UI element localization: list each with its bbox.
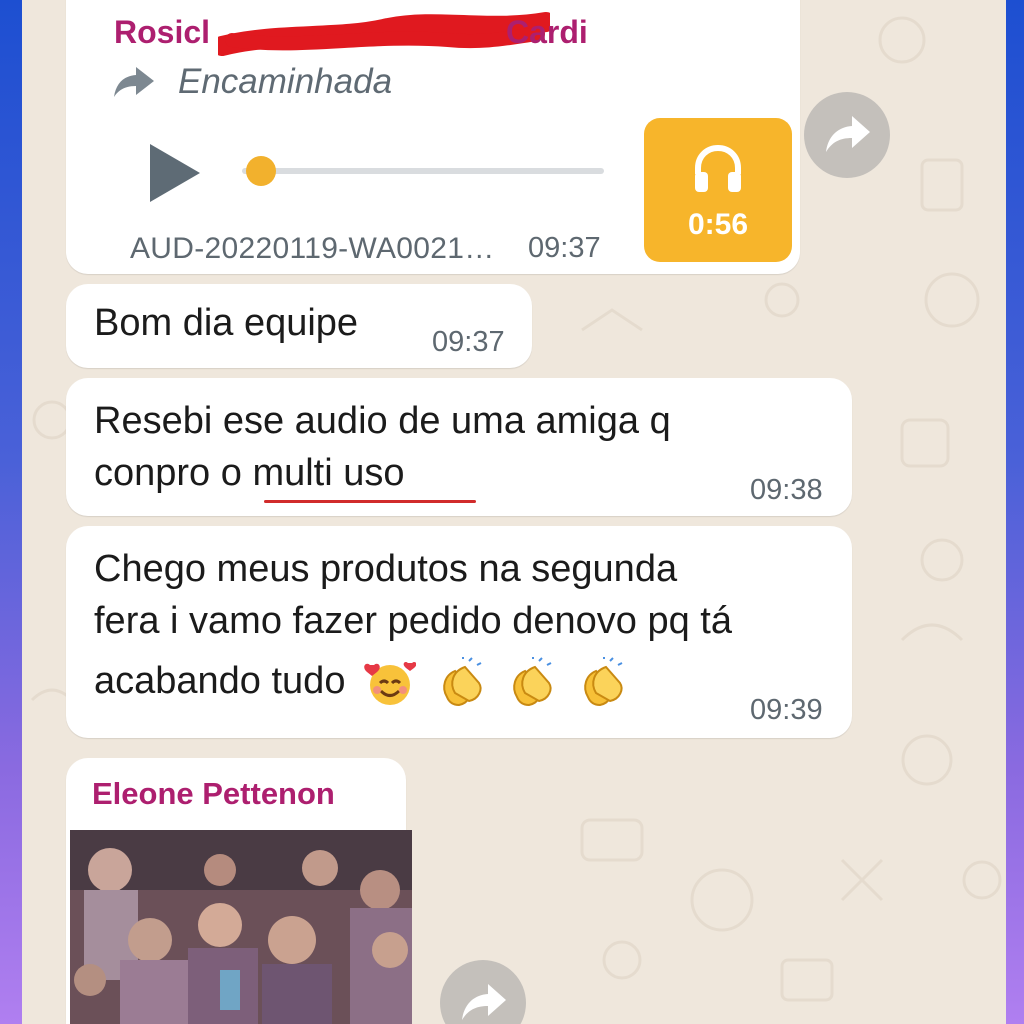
share-forward-icon [462, 984, 506, 1020]
share-forward-icon [826, 116, 870, 152]
message-bubble[interactable]: Bom dia equipe 09:37 [66, 284, 532, 368]
audio-file-name: AUD-20220119-WA0021… [130, 232, 495, 265]
crowd-photo [70, 830, 412, 1024]
sender-name-tail: Cardi [506, 14, 588, 50]
message-text-line-2: conpro o multi uso [94, 452, 405, 494]
smiling-face-with-hearts-icon [364, 661, 417, 705]
message-bubble[interactable]: Resebi ese audio de uma amiga q conpro o… [66, 378, 852, 516]
audio-progress-knob[interactable] [246, 156, 276, 186]
message-bubble[interactable]: Chego meus produtos na segunda fera i va… [66, 526, 852, 738]
message-time: 09:39 [750, 694, 823, 726]
message-time: 09:37 [432, 326, 505, 358]
play-icon[interactable] [146, 142, 202, 204]
chat-window[interactable]: Rosicl Cardi Encaminhada AUD-20220119-WA… [22, 0, 1006, 1024]
message-text-line-2: fera i vamo fazer pedido denovo pq tá [94, 600, 732, 642]
sender-name[interactable]: Rosicl [114, 14, 210, 51]
forwarded-label: Encaminhada [178, 62, 393, 101]
audio-duration: 0:56 [687, 208, 749, 241]
audio-thumbnail[interactable]: 0:56 [644, 118, 792, 262]
media-image[interactable] [70, 830, 412, 1024]
message-time: 09:38 [750, 474, 823, 506]
message-text-line-1: Chego meus produtos na segunda [94, 548, 678, 590]
clapping-hands-icon [442, 656, 482, 706]
headphones-icon [695, 144, 741, 192]
sender-name[interactable]: Eleone Pettenon [92, 776, 335, 812]
spellcheck-underline [264, 500, 476, 503]
clapping-hands-icon [513, 656, 552, 706]
message-text-line-3: acabando tudo [94, 654, 628, 709]
audio-message-bubble[interactable]: Rosicl Cardi Encaminhada AUD-20220119-WA… [66, 0, 800, 274]
redaction-scribble [218, 12, 550, 56]
audio-progress-track[interactable] [242, 168, 604, 174]
clapping-hands-icon [583, 656, 623, 706]
audio-time: 09:37 [528, 232, 601, 264]
message-text: Bom dia equipe [94, 302, 359, 344]
message-text-line-1: Resebi ese audio de uma amiga q [94, 400, 671, 442]
message-text-line-3-text: acabando tudo [94, 660, 346, 702]
forward-arrow-icon [114, 67, 154, 97]
forwarded-row: Encaminhada [112, 62, 392, 102]
forward-button[interactable] [804, 92, 890, 178]
